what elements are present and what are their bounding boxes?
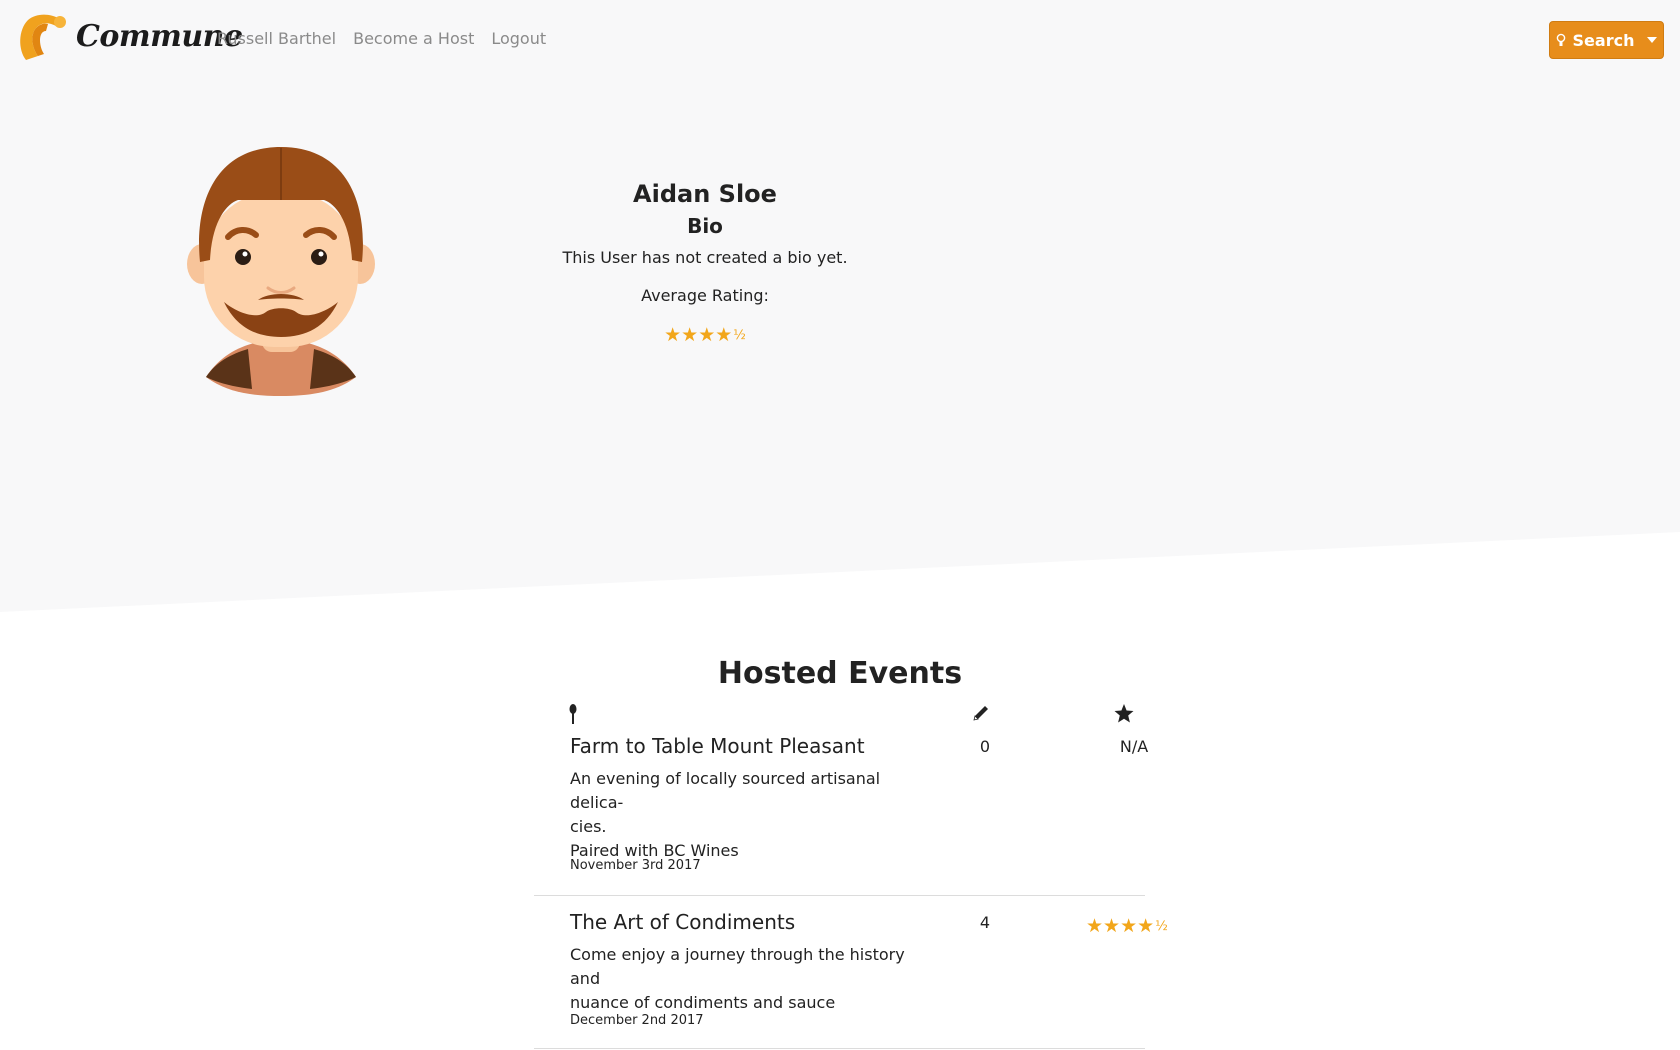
star-icon: ★ xyxy=(1137,915,1155,937)
half-star-icon: ½ xyxy=(1155,918,1168,934)
spoon-icon xyxy=(569,704,577,724)
star-icon: ★ xyxy=(698,324,716,346)
brand[interactable]: Commune xyxy=(16,10,243,62)
event-row[interactable]: The Art of Condiments Come enjoy a journ… xyxy=(534,896,1168,1049)
event-date: December 2nd 2017 xyxy=(570,1013,704,1028)
star-icon: ★ xyxy=(715,324,733,346)
event-title[interactable]: The Art of Condiments xyxy=(570,910,795,934)
user-name: Aidan Sloe xyxy=(633,180,777,208)
star-icon: ★ xyxy=(1120,915,1138,937)
navbar: Commune Russell Barthel Become a Host Lo… xyxy=(0,0,1680,80)
nav-link-logout[interactable]: Logout xyxy=(491,29,546,48)
search-label: Search xyxy=(1572,30,1635,50)
caret-down-icon xyxy=(1647,37,1658,43)
event-rating-stars: ★ ★ ★ ★ ½ xyxy=(1086,915,1168,937)
bio-text: This User has not created a bio yet. xyxy=(562,248,848,267)
nav-link-user[interactable]: Russell Barthel xyxy=(217,29,336,48)
event-title[interactable]: Farm to Table Mount Pleasant xyxy=(570,734,865,758)
half-star-icon: ½ xyxy=(733,327,746,343)
event-row[interactable]: Farm to Table Mount Pleasant An evening … xyxy=(534,730,1148,896)
nav-link-become-host[interactable]: Become a Host xyxy=(353,29,474,48)
event-rating: N/A xyxy=(1119,737,1149,756)
croissant-logo-icon xyxy=(20,14,66,60)
event-count: 0 xyxy=(979,737,991,756)
star-icon xyxy=(1114,704,1134,723)
star-icon: ★ xyxy=(1103,915,1121,937)
hosted-events-title: Hosted Events xyxy=(717,656,963,691)
event-count: 4 xyxy=(979,913,991,932)
star-icon: ★ xyxy=(664,324,682,346)
profile-info: Aidan Sloe Bio This User has not created… xyxy=(540,178,870,346)
event-description: Come enjoy a journey through the history… xyxy=(570,945,905,1012)
average-rating-label: Average Rating: xyxy=(641,286,769,305)
star-icon: ★ xyxy=(1086,915,1104,937)
bio-heading: Bio xyxy=(687,214,723,238)
lightbulb-icon xyxy=(1556,33,1565,46)
user-avatar xyxy=(187,147,375,396)
star-icon: ★ xyxy=(681,324,699,346)
nav-links: Russell Barthel Become a Host Logout xyxy=(217,29,546,48)
event-description: An evening of locally sourced artisanal … xyxy=(570,769,881,860)
event-date: November 3rd 2017 xyxy=(570,858,701,873)
pencil-icon xyxy=(973,706,988,721)
search-dropdown-button[interactable]: Search xyxy=(1549,21,1664,59)
average-rating-stars: ★ ★ ★ ★ ½ xyxy=(664,324,746,346)
